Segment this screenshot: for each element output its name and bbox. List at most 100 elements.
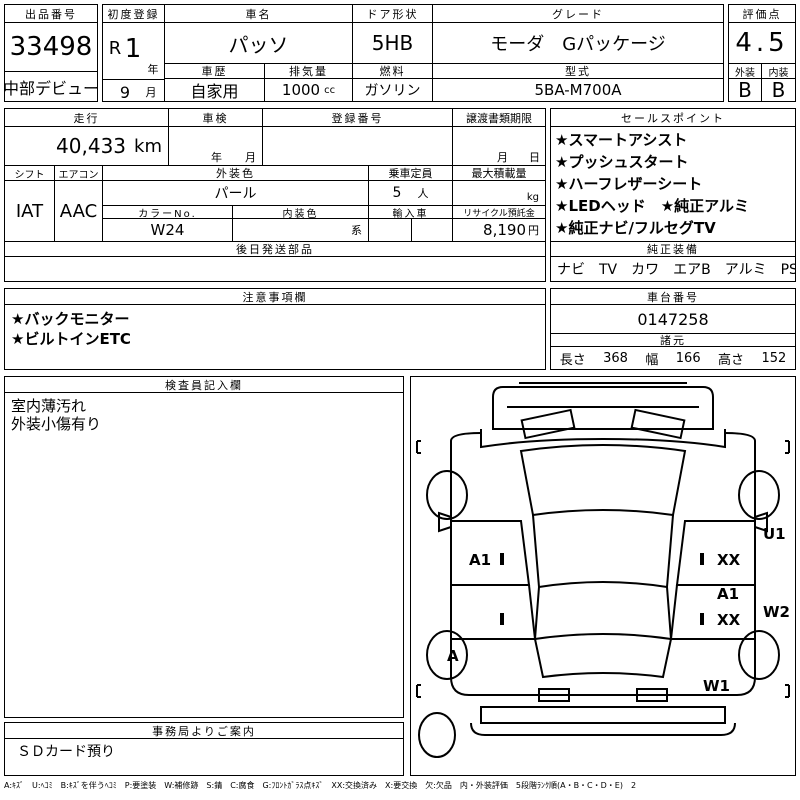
model: 5BA-M700A xyxy=(534,81,622,99)
chassis-number: 0147258 xyxy=(637,309,709,329)
length: 368 xyxy=(603,350,628,366)
notes-list: ★バックモニター ★ビルトインETC xyxy=(11,309,131,349)
int-color-label: 内装色 xyxy=(233,205,369,219)
sales-point-item: ★プッシュスタート xyxy=(555,153,689,171)
detail-grid: 走行 車検 登録番号 譲渡書類期限 40,433 km 年 月 月 日 シフト … xyxy=(4,108,546,282)
import-value xyxy=(369,219,453,241)
mark-w1: W1 xyxy=(703,677,730,695)
office-label: 事務局よりご案内 xyxy=(5,723,403,739)
capacity-cell: 5 人 xyxy=(369,181,453,205)
length-label: 長さ xyxy=(559,352,586,368)
mark-a-wheel: A xyxy=(447,647,459,665)
office-note: ＳＤカード預り xyxy=(17,744,115,760)
exterior-grade: B xyxy=(729,79,762,101)
inspection-cell: 年 月 xyxy=(169,127,263,165)
model-label: 型式 xyxy=(433,63,723,79)
sales-point-item: ★スマートアシスト xyxy=(555,131,688,149)
mileage-cell: 40,433 km xyxy=(5,127,169,165)
note-item: ★バックモニター xyxy=(11,310,130,328)
legend-footer: A:ｷｽﾞ U:ﾍｺﾐ B:ｷｽﾞを伴うﾍｺﾐ P:要塗装 W:補修跡 S:錆 … xyxy=(4,781,637,790)
mark-a1-left: A1 xyxy=(469,551,492,569)
aircon-label: エアコン xyxy=(55,165,103,181)
sales-points-block: セールスポイント ★スマートアシスト ★プッシュスタート ★ハーフレザーシート … xyxy=(550,108,796,282)
note-item: ★ビルトインETC xyxy=(11,330,131,348)
inspection-label: 車検 xyxy=(169,109,263,127)
later-parts-label: 後日発送部品 xyxy=(5,241,545,257)
vehicle-header-grid: 初度登録 車名 ドア形状 グレード R 1 年 9 月 パッソ 5HB モーダ … xyxy=(102,4,724,102)
specs-row: 長さ 368 幅 166 高さ 152 xyxy=(551,347,795,369)
chassis-block: 車台番号 0147258 諸元 長さ 368 幅 166 高さ 152 xyxy=(550,288,796,370)
width-label: 幅 xyxy=(645,352,659,368)
int-color-cell: 系 xyxy=(233,219,369,241)
registration-label: 登録番号 xyxy=(263,109,453,127)
event-name: 中部デビュー xyxy=(5,71,97,101)
mark-w2: W2 xyxy=(763,603,790,621)
displacement-cell: 1000 cc xyxy=(265,79,353,101)
equipment: ナビ TV カワ エアB アルミ PS PW xyxy=(557,262,795,278)
car-name: パッソ xyxy=(165,23,353,63)
interior-label: 内装 xyxy=(762,63,795,79)
shift: IAT xyxy=(5,181,55,241)
ext-color-label: 外装色 xyxy=(103,165,369,181)
recycle-unit: 円 xyxy=(528,224,539,237)
car-outline xyxy=(416,382,790,758)
fuel-label: 燃料 xyxy=(353,63,433,79)
color-no: W24 xyxy=(103,219,233,241)
transfer-day-unit: 日 xyxy=(529,151,540,164)
recycle: 8,190 xyxy=(483,221,526,239)
inspector-list: 室内薄汚れ 外装小傷有り xyxy=(11,397,101,433)
car-name-label: 車名 xyxy=(165,5,353,23)
sales-point-item: ★ハーフレザーシート xyxy=(555,175,703,193)
door-label: ドア形状 xyxy=(353,5,433,23)
lot-block: 出品番号 33498 中部デビュー xyxy=(4,4,98,102)
history-label: 車歴 xyxy=(165,63,265,79)
sales-points-list: ★スマートアシスト ★プッシュスタート ★ハーフレザーシート ★LEDヘッド ★… xyxy=(555,129,793,239)
mark-xx-right-upper: XX xyxy=(717,551,741,569)
notes-block: 注意事項欄 ★バックモニター ★ビルトインETC xyxy=(4,288,546,370)
office-block: 事務局よりご案内 ＳＤカード預り xyxy=(4,722,404,776)
inspector-label: 検査員記入欄 xyxy=(5,377,403,393)
grade-label: グレード xyxy=(433,5,723,23)
first-reg-label: 初度登録 xyxy=(103,5,165,23)
import-label: 輸入車 xyxy=(369,205,453,219)
int-color-unit: 系 xyxy=(351,224,362,237)
month-unit: 月 xyxy=(145,86,157,99)
height: 152 xyxy=(761,350,787,366)
score-label: 評価点 xyxy=(729,5,795,23)
capacity-label: 乗車定員 xyxy=(369,165,453,181)
mark-u1: U1 xyxy=(763,525,786,543)
damage-diagram: A1 XX U1 A1 XX W2 A W1 xyxy=(410,376,796,776)
mileage-unit: km xyxy=(134,135,162,157)
sales-points-label: セールスポイント xyxy=(551,109,795,127)
score-block: 評価点 4.5 外装 内装 B B xyxy=(728,4,796,102)
inspection-year-unit: 年 xyxy=(211,151,222,164)
mileage: 40,433 xyxy=(56,134,127,158)
chassis-label: 車台番号 xyxy=(551,289,795,305)
history: 自家用 xyxy=(165,79,265,101)
lot-label: 出品番号 xyxy=(5,5,97,23)
sales-point-item: ★純正ナビ/フルセグTV xyxy=(555,219,716,237)
mark-a1-right: A1 xyxy=(717,585,740,603)
reg-month: 9 xyxy=(119,83,131,101)
transfer-month-unit: 月 xyxy=(497,151,508,164)
equipment-label: 純正装備 xyxy=(551,241,795,257)
width: 166 xyxy=(675,350,701,366)
registration-value xyxy=(263,127,453,165)
import-divider xyxy=(411,219,412,241)
inspection-month-unit: 月 xyxy=(245,151,256,164)
load-cell: kg xyxy=(453,181,545,205)
color-no-label: カラーNo. xyxy=(103,205,233,219)
score-value: 4.5 xyxy=(735,28,789,58)
inspector-block: 検査員記入欄 室内薄汚れ 外装小傷有り xyxy=(4,376,404,718)
transfer-label: 譲渡書類期限 xyxy=(453,109,545,127)
capacity-unit: 人 xyxy=(417,187,429,200)
mileage-label: 走行 xyxy=(5,109,169,127)
inspector-item: 室内薄汚れ xyxy=(11,397,87,415)
height-label: 高さ xyxy=(718,352,745,368)
recycle-cell: 8,190 円 xyxy=(453,219,545,241)
notes-label: 注意事項欄 xyxy=(5,289,545,305)
displacement-label: 排気量 xyxy=(265,63,353,79)
exterior-label: 外装 xyxy=(729,63,762,79)
first-reg-sep xyxy=(103,79,165,80)
year-unit: 年 xyxy=(147,63,159,76)
